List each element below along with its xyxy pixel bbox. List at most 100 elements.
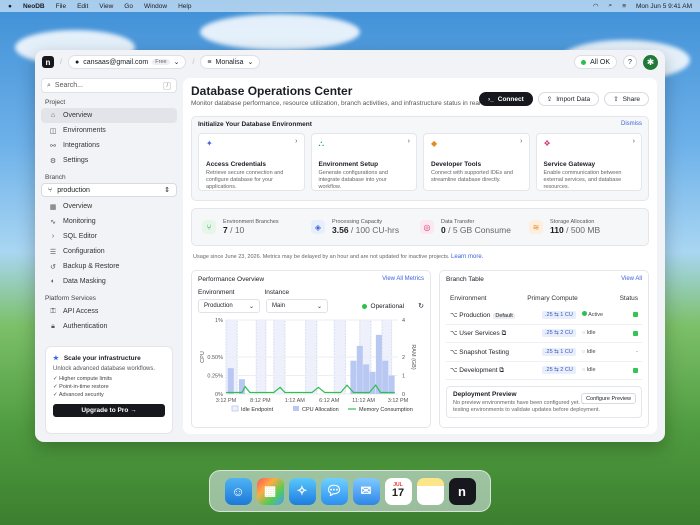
branch-selector[interactable]: ⑂ production ⇕ [41, 183, 177, 197]
app-logo[interactable]: n [42, 56, 54, 68]
performance-chart: 1%0.50%0.25%0%42103:12 PM 8:12 PM 1:12 AM 6… [200, 318, 416, 413]
tile-title: Service Gateway [543, 161, 596, 168]
account-selector[interactable]: ● cansaas@gmail.com Free ⌄ [67, 55, 187, 69]
wifi-icon[interactable]: ◠ [593, 2, 599, 10]
sidebar-item-sql-editor[interactable]: › SQL Editor [41, 229, 177, 244]
tile-desc: Connect with supported IDEs and streamli… [431, 170, 513, 183]
init-title: Initialize Your Database Environment [198, 121, 312, 128]
key-icon: ⚿ [50, 307, 56, 315]
search-input[interactable]: ⌕ Search... / [41, 78, 177, 93]
view-all-branches-link[interactable]: View All [621, 276, 642, 283]
tile-environment-setup[interactable]: ⛬ › Environment Setup Generate configuratio… [310, 133, 417, 191]
promo-desc: Unlock advanced database workflows. [53, 366, 156, 372]
sidebar-item-data-masking[interactable]: ◐ Data Masking [41, 274, 177, 289]
deployment-preview: Deployment Preview No preview environmen… [446, 386, 642, 418]
usage-stats: ⑂ Environment Branches 7 / 10 ◈ Processing … [191, 208, 649, 246]
instance-select[interactable]: Main ⌄ [266, 299, 328, 313]
menu-edit[interactable]: Edit [77, 3, 88, 10]
chevron-down-icon: ⌄ [173, 59, 180, 66]
menu-help[interactable]: Help [178, 3, 191, 10]
sidebar-item-environments[interactable]: ◫ Environments [41, 123, 177, 138]
stat-unit: / 5 GB Consume [448, 225, 511, 235]
status-indicator[interactable]: All OK [574, 55, 617, 69]
dismiss-link[interactable]: Dismiss [621, 121, 642, 128]
safari-icon[interactable]: ✧ [288, 477, 316, 505]
finder-icon[interactable]: ☺ [224, 477, 252, 505]
sidebar-item-api-access[interactable]: ⚿ API Access [41, 304, 177, 319]
neodb-icon[interactable]: n [448, 477, 476, 505]
messages-icon[interactable]: 💬︎ [320, 477, 348, 505]
help-icon[interactable]: ? [623, 55, 637, 69]
cpu-bar [356, 345, 363, 394]
tile-title: Environment Setup [318, 161, 379, 168]
calendar-icon[interactable]: JUL 17 [384, 477, 412, 505]
chevron-down-icon: ⌄ [247, 59, 254, 66]
connect-button[interactable]: ›_ Connect [478, 92, 533, 106]
copy-icon[interactable]: ⧉ [498, 367, 504, 374]
upgrade-button[interactable]: Upgrade to Pro → [53, 404, 165, 417]
configure-preview-button[interactable]: Configure Preview [581, 393, 636, 404]
legend-idle-label: Idle Endpoint [241, 407, 274, 413]
table-row[interactable]: ⌥ User Services ⧉ .25 ⇆ 2 CU ◌ Idle [446, 325, 642, 343]
y-tick-label: 1% [215, 318, 223, 324]
share-button[interactable]: ⇧ Share [604, 92, 649, 106]
apple-icon[interactable]: ● [8, 3, 12, 10]
search-icon: ⌕ [47, 81, 51, 89]
sidebar-item-authentication[interactable]: 🔒︎ Authentication [41, 319, 177, 334]
chevron-right-icon: › [520, 138, 523, 145]
import-data-button[interactable]: ⇪ Import Data [537, 92, 600, 106]
tile-access-credentials[interactable]: ✦ › Access Credentials Retrieve secure conn… [198, 133, 305, 191]
gateway-icon: ❖ [543, 139, 551, 148]
chevron-right-icon: › [632, 138, 635, 145]
user-icon: ● [74, 58, 80, 66]
launchpad-icon[interactable]: ▦ [256, 477, 284, 505]
menu-window[interactable]: Window [144, 3, 167, 10]
sidebar-item-configuration[interactable]: ☰ Configuration [41, 244, 177, 259]
branch-row-icon: ⌥ [450, 348, 460, 356]
tile-service-gateway[interactable]: ❖ › Service Gateway Enable communication be… [535, 133, 642, 191]
menu-app-name[interactable]: NeoDB [23, 3, 45, 10]
table-row[interactable]: ⌥ Development ⧉ .25 ⇆ 2 CU ◌ Idle [446, 362, 642, 380]
clock[interactable]: Mon Jun 5 9:41 AM [636, 3, 692, 10]
chevron-right-icon: › [295, 138, 298, 145]
section-label: Platform Services [45, 295, 96, 302]
avatar[interactable]: ✱ [643, 54, 658, 70]
header-actions: ›_ Connect ⇪ Import Data ⇧ Share [478, 92, 649, 106]
control-center-icon[interactable]: ≡ [622, 3, 626, 10]
search-icon[interactable]: ⌕ [609, 2, 613, 10]
sidebar-item-branch-overview[interactable]: ▦ Overview [41, 199, 177, 214]
table-row[interactable]: ⌥ Production Default .25 ⇆ 1 CU Active [446, 306, 642, 325]
status-text: All OK [590, 58, 610, 66]
learn-more-link[interactable]: Learn more. [451, 254, 483, 260]
branch-table: Branch Table View All Environment Primary… [439, 270, 649, 428]
y2-axis-label: RAM (GB) [410, 344, 416, 370]
y-tick-label: 0.25% [207, 374, 223, 380]
notes-icon[interactable] [416, 477, 444, 505]
sliders-icon: ☰ [49, 248, 57, 256]
table-body: ⌥ Production Default .25 ⇆ 1 CU Active ⌥ U… [446, 306, 642, 380]
x-tick-label: 6:12 AM [319, 398, 340, 404]
copy-icon[interactable]: ⧉ [500, 330, 507, 337]
stat-processing-capacity: ◈ Processing Capacity 3.56 / 100 CU-hrs [311, 219, 420, 235]
project-selector[interactable]: ≡ Monalisa ⌄ [200, 55, 261, 69]
menu-view[interactable]: View [99, 3, 113, 10]
view-all-metrics-link[interactable]: View All Metrics [382, 276, 424, 283]
environment-select[interactable]: Production ⌄ [198, 299, 260, 313]
sidebar-item-monitoring[interactable]: ∿ Monitoring [41, 214, 177, 229]
upgrade-promo: ★ Scale your infrastructure Unlock advanc… [45, 346, 173, 434]
sidebar-item-backup[interactable]: ↺ Backup & Restore [41, 259, 177, 274]
menu-file[interactable]: File [56, 3, 66, 10]
tile-developer-tools[interactable]: ◆ › Developer Tools Connect with supported … [423, 133, 530, 191]
pulse-icon: ∿ [50, 218, 56, 226]
refresh-icon[interactable]: ↻ [418, 302, 424, 310]
compute-range: .25 ⇆ 1 CU [542, 310, 576, 319]
menu-go[interactable]: Go [124, 3, 133, 10]
y2-tick-label: 2 [402, 355, 405, 361]
sidebar-item-settings[interactable]: ⚙ Settings [41, 153, 177, 168]
sidebar-item-overview[interactable]: ⌂ Overview [41, 108, 177, 123]
mail-icon[interactable]: ✉ [352, 477, 380, 505]
sidebar-item-integrations[interactable]: ⚯ Integrations [41, 138, 177, 153]
upload-icon: ⇪ [546, 96, 553, 103]
table-row[interactable]: ⌥ Snapshot Testing .25 ⇆ 1 CU ◌ Idle - [446, 343, 642, 362]
stat-data-transfer: ◎ Data Transfer 0 / 5 GB Consume [420, 219, 529, 235]
